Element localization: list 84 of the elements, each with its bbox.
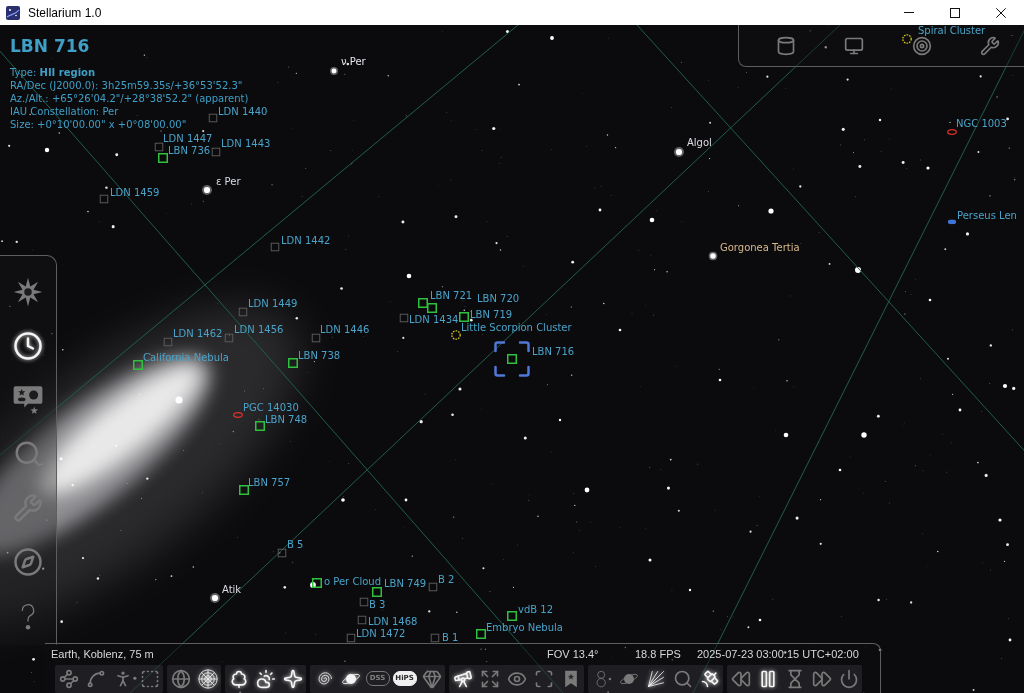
dashed-square-icon [139,668,160,689]
close-icon [996,7,1006,18]
object-label: Spiral Cluster [918,25,986,36]
star-burst-icon [13,277,43,307]
object-label: LDN 1447 [163,133,213,144]
minimize-icon [904,12,914,13]
object-label: B 5 [287,539,304,550]
object-label: LDN 1472 [356,628,406,639]
object-label: LDN 1468 [368,616,418,627]
wrench-icon [980,35,1000,56]
object-label: LBN 749 [384,578,427,589]
search-icon [13,439,43,469]
fps-text: 18.8 FPS [635,648,681,660]
object-label: ο Per Cloud [324,576,381,587]
object-info-line: RA/Dec (J2000.0): 3h25m59.35s/+36°53'52.3" [10,79,243,92]
connected-dots-icon [58,668,79,689]
object-label: LBN 738 [298,350,341,361]
object-label: LDN 1442 [281,235,331,246]
curve-points-icon [85,668,106,689]
frame-corners-icon [533,668,554,689]
rewind-icon [730,668,751,689]
power-icon [838,668,859,689]
object-label: LDN 1434 [409,314,459,325]
fast-forward-icon [811,668,832,689]
object-label: LDN 1440 [218,106,268,117]
globe-icon [170,668,191,689]
star-name-label: Atik [222,584,242,595]
object-info-line: Type: HII region [10,66,96,79]
object-label: Little Scorpion Cluster [461,322,572,333]
object-info-line: Size: +0°10'00.00" x +0°08'00.00" [10,118,187,131]
object-label: LBN 721 [430,290,473,301]
wrench-icon [13,493,43,523]
expand-arrows-icon [479,668,500,689]
object-label: B 1 [442,632,459,643]
gem-icon [421,668,442,689]
target-icon [912,35,932,56]
fov-text: FOV 13.4° [547,648,599,660]
object-label: B 3 [369,599,386,610]
app-icon [6,5,20,20]
maximize-icon [950,7,960,18]
object-info-line: IAU Constellation: Per [10,105,119,118]
object-label: NGC 1003 [956,118,1007,129]
object-label: LBN 719 [470,309,513,320]
four-point-star-icon [282,668,303,689]
tree-icon [228,668,249,689]
object-label: Embryo Nebula [486,622,563,633]
object-label: LBN 757 [248,477,291,488]
cloud-sun-icon [255,668,276,689]
object-label: LDN 1443 [221,138,271,149]
polar-grid-icon [197,668,218,689]
compass-icon [13,547,43,577]
star-name-label: Algol [687,137,712,148]
monitor-icon [844,35,864,56]
star-name-label: ν Per [341,56,366,67]
search-icon [672,668,693,689]
object-label: PGC 14030 [243,402,299,413]
star-name-label: Gorgonea Tertia [720,242,800,253]
object-label: LBN 720 [477,293,520,304]
rays-icon [645,668,666,689]
object-label: LDN 1446 [320,324,370,335]
telescope-icon [452,668,473,689]
object-label: LDN 1462 [173,328,223,339]
satellite-icon [699,668,720,689]
date-time-text: 2025-07-23 03:00:15 UTC+02:00 [697,648,859,660]
object-label: LBN 716 [532,346,575,357]
object-label: Perseus Len [957,210,1017,221]
object-label: California Nebula [143,352,229,363]
speech-bubble-stars-icon [13,385,43,415]
star-dot-icon [175,396,183,404]
object-info-line: Az./Alt.: +65°26'04.2"/+28°38'52.2" (apparent) [10,92,249,105]
clock-icon [13,331,43,361]
object-label: LBN 736 [168,145,211,156]
star-name-label: ε Per [216,176,241,187]
object-title: LBN 716 [10,35,90,57]
object-label: B 2 [438,574,455,585]
object-label: vdB 12 [518,604,554,615]
star-dot-icon [855,267,861,273]
cylinder-icon [776,35,796,56]
object-label: LDN 1456 [234,324,284,335]
object-label: LDN 1459 [110,187,160,198]
location-text: Earth, Koblenz, 75 m [51,648,154,660]
object-label: LBN 748 [265,414,308,425]
object-label: LDN 1449 [248,298,298,309]
window-title: Stellarium 1.0 [28,5,102,20]
